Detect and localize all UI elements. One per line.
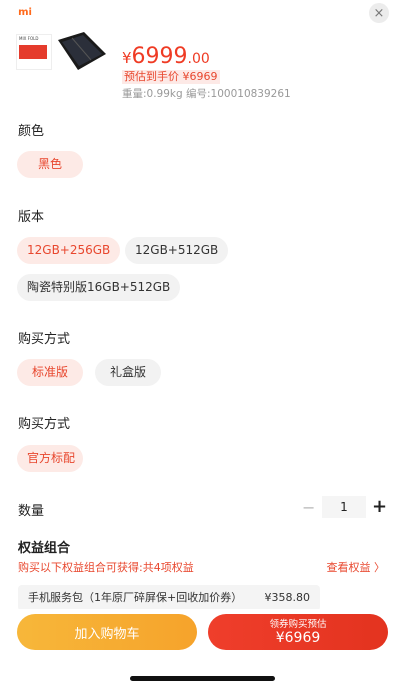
quantity-label: 数量	[18, 504, 45, 519]
option-version-ceramic[interactable]: 陶瓷特别版16GB+512GB	[17, 274, 181, 301]
quantity-increase-button[interactable]: +	[372, 496, 387, 517]
home-indicator	[130, 676, 275, 681]
option-buy-standard[interactable]: 标准版	[17, 359, 83, 386]
product-thumbnail: MIX FOLD	[16, 28, 110, 74]
add-to-cart-button[interactable]: 加入购物车	[17, 614, 197, 650]
close-button[interactable]: ×	[369, 3, 389, 23]
benefits-note: 购买以下权益组合可获得:共4项权益	[18, 561, 194, 574]
close-icon: ×	[373, 5, 385, 21]
quantity-decrease-button[interactable]: −	[302, 498, 315, 517]
product-price: ¥6999.00	[122, 44, 210, 69]
view-benefits-link[interactable]: 查看权益 〉	[327, 559, 386, 575]
option-buy-giftbox[interactable]: 礼盒版	[95, 359, 161, 386]
color-section-title: 颜色	[18, 124, 45, 139]
buy-mode-section-title: 购买方式	[18, 332, 71, 347]
quantity-input[interactable]: 1	[322, 496, 366, 518]
product-meta: 重量:0.99kg 编号:100010839261	[122, 88, 291, 100]
buy-button-caption: 领券购买预估	[269, 618, 327, 630]
benefit-item-price: ¥358.80	[264, 591, 311, 604]
estimated-price: 预估到手价 ¥6969	[122, 70, 220, 84]
buy-mode-2-section-title: 购买方式	[18, 417, 71, 432]
benefit-item-label: 手机服务包（1年原厂碎屏保+回收加价券）	[28, 591, 243, 604]
option-color-black[interactable]: 黑色	[17, 151, 83, 178]
benefits-title: 权益组合	[18, 541, 71, 556]
product-box-image: MIX FOLD	[16, 34, 52, 70]
phone-image	[58, 32, 106, 70]
option-official-bundle[interactable]: 官方标配	[17, 445, 83, 472]
buy-with-coupon-button[interactable]: 领券购买预估 ¥6969	[208, 614, 388, 650]
benefit-service-package[interactable]: 手机服务包（1年原厂碎屏保+回收加价券） ¥358.80	[18, 585, 320, 611]
thumb-text: MIX FOLD	[19, 36, 39, 41]
buy-button-price: ¥6969	[275, 629, 321, 646]
option-version-12-256[interactable]: 12GB+256GB	[17, 237, 121, 264]
version-section-title: 版本	[18, 210, 45, 225]
option-version-12-512[interactable]: 12GB+512GB	[125, 237, 229, 264]
mi-logo: mi	[18, 6, 32, 18]
